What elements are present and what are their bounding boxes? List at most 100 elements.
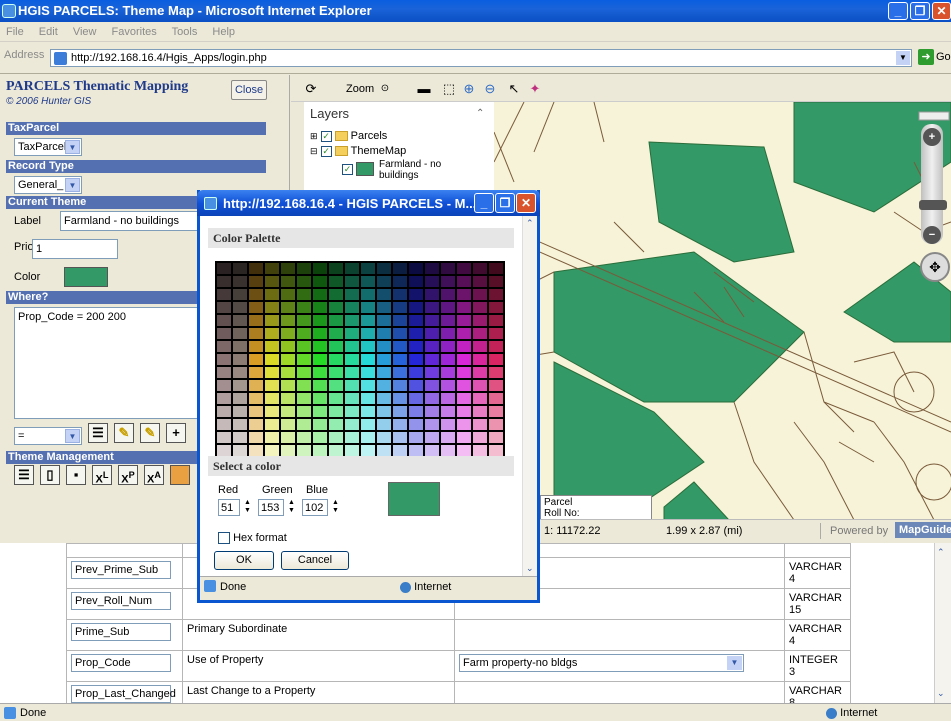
palette-swatch[interactable]: [344, 301, 360, 314]
palette-swatch[interactable]: [312, 431, 328, 444]
popup-close-button[interactable]: ✕: [516, 193, 536, 213]
palette-swatch[interactable]: [376, 366, 392, 379]
palette-swatch[interactable]: [440, 301, 456, 314]
palette-swatch[interactable]: [408, 301, 424, 314]
refresh-map-icon[interactable]: ⟳: [302, 80, 320, 98]
palette-swatch[interactable]: [360, 405, 376, 418]
palette-swatch[interactable]: [264, 392, 280, 405]
palette-swatch[interactable]: [232, 392, 248, 405]
palette-swatch[interactable]: [312, 366, 328, 379]
palette-swatch[interactable]: [296, 431, 312, 444]
palette-swatch[interactable]: [488, 314, 504, 327]
palette-swatch[interactable]: [312, 327, 328, 340]
palette-swatch[interactable]: [424, 301, 440, 314]
palette-swatch[interactable]: [360, 275, 376, 288]
palette-swatch[interactable]: [264, 314, 280, 327]
palette-swatch[interactable]: [248, 431, 264, 444]
palette-swatch[interactable]: [296, 275, 312, 288]
palette-swatch[interactable]: [376, 275, 392, 288]
palette-swatch[interactable]: [296, 301, 312, 314]
palette-swatch[interactable]: [328, 314, 344, 327]
palette-swatch[interactable]: [360, 314, 376, 327]
palette-swatch[interactable]: [472, 353, 488, 366]
scroll-down-icon[interactable]: ⌄: [937, 688, 945, 699]
palette-swatch[interactable]: [248, 314, 264, 327]
palette-swatch[interactable]: [344, 275, 360, 288]
palette-swatch[interactable]: [392, 353, 408, 366]
zoom-in-icon[interactable]: +: [923, 128, 941, 146]
palette-swatch[interactable]: [440, 262, 456, 275]
collapse-icon[interactable]: ⌃: [476, 108, 484, 119]
palette-swatch[interactable]: [376, 327, 392, 340]
palette-swatch[interactable]: [456, 262, 472, 275]
palette-swatch[interactable]: [328, 379, 344, 392]
scroll-up-icon[interactable]: ⌃: [937, 547, 945, 558]
palette-swatch[interactable]: [472, 314, 488, 327]
palette-swatch[interactable]: [408, 431, 424, 444]
scroll-up-icon[interactable]: ⌃: [526, 218, 534, 229]
palette-swatch[interactable]: [472, 379, 488, 392]
palette-swatch[interactable]: [312, 262, 328, 275]
palette-swatch[interactable]: [232, 314, 248, 327]
palette-swatch[interactable]: [312, 418, 328, 431]
palette-swatch[interactable]: [216, 431, 232, 444]
palette-swatch[interactable]: [360, 262, 376, 275]
delete-priority-icon[interactable]: XP: [118, 465, 138, 486]
palette-swatch[interactable]: [376, 340, 392, 353]
palette-swatch[interactable]: [328, 262, 344, 275]
field-name[interactable]: Prime_Sub: [71, 623, 171, 641]
palette-swatch[interactable]: [328, 366, 344, 379]
palette-swatch[interactable]: [216, 366, 232, 379]
zoom-out-icon[interactable]: −: [923, 226, 941, 244]
palette-swatch[interactable]: [312, 275, 328, 288]
palette-swatch[interactable]: [456, 405, 472, 418]
hex-checkbox[interactable]: [218, 532, 230, 545]
palette-swatch[interactable]: [280, 314, 296, 327]
palette-swatch[interactable]: [280, 392, 296, 405]
palette-swatch[interactable]: [216, 353, 232, 366]
palette-swatch[interactable]: [456, 314, 472, 327]
green-spinner-icon[interactable]: ▲ ▼: [286, 499, 297, 516]
palette-swatch[interactable]: [440, 327, 456, 340]
palette-swatch[interactable]: [392, 327, 408, 340]
palette-swatch[interactable]: [424, 418, 440, 431]
palette-swatch[interactable]: [216, 418, 232, 431]
layer-thememap[interactable]: ⊟ ✓ ThemeMap: [310, 145, 406, 157]
palette-swatch[interactable]: [408, 327, 424, 340]
palette-swatch[interactable]: [392, 301, 408, 314]
palette-swatch[interactable]: [264, 379, 280, 392]
palette-swatch[interactable]: [232, 262, 248, 275]
green-input[interactable]: 153: [258, 499, 284, 516]
palette-swatch[interactable]: [376, 353, 392, 366]
palette-swatch[interactable]: [328, 418, 344, 431]
palette-swatch[interactable]: [424, 353, 440, 366]
palette-swatch[interactable]: [424, 340, 440, 353]
palette-swatch[interactable]: [328, 275, 344, 288]
palette-swatch[interactable]: [280, 353, 296, 366]
palette-swatch[interactable]: [264, 405, 280, 418]
palette-swatch[interactable]: [344, 379, 360, 392]
palette-swatch[interactable]: [376, 314, 392, 327]
palette-swatch[interactable]: [232, 431, 248, 444]
palette-swatch[interactable]: [232, 340, 248, 353]
field-name[interactable]: Prop_Code: [71, 654, 171, 672]
palette-swatch[interactable]: [296, 340, 312, 353]
palette-swatch[interactable]: [376, 405, 392, 418]
popup-scrollbar[interactable]: ⌃ ⌄: [522, 216, 537, 576]
palette-swatch[interactable]: [264, 418, 280, 431]
palette-swatch[interactable]: [456, 431, 472, 444]
palette-swatch[interactable]: [328, 327, 344, 340]
palette-swatch[interactable]: [408, 353, 424, 366]
palette-swatch[interactable]: [248, 418, 264, 431]
palette-swatch[interactable]: [488, 301, 504, 314]
palette-swatch[interactable]: [280, 288, 296, 301]
palette-swatch[interactable]: [216, 314, 232, 327]
pan-icon[interactable]: ✥: [920, 252, 950, 282]
palette-swatch[interactable]: [392, 379, 408, 392]
palette-swatch[interactable]: [280, 301, 296, 314]
chevron-down-icon[interactable]: ▼: [896, 51, 910, 65]
theme-list-icon[interactable]: ☰: [14, 465, 34, 485]
palette-swatch[interactable]: [456, 301, 472, 314]
palette-swatch[interactable]: [328, 353, 344, 366]
palette-swatch[interactable]: [328, 405, 344, 418]
